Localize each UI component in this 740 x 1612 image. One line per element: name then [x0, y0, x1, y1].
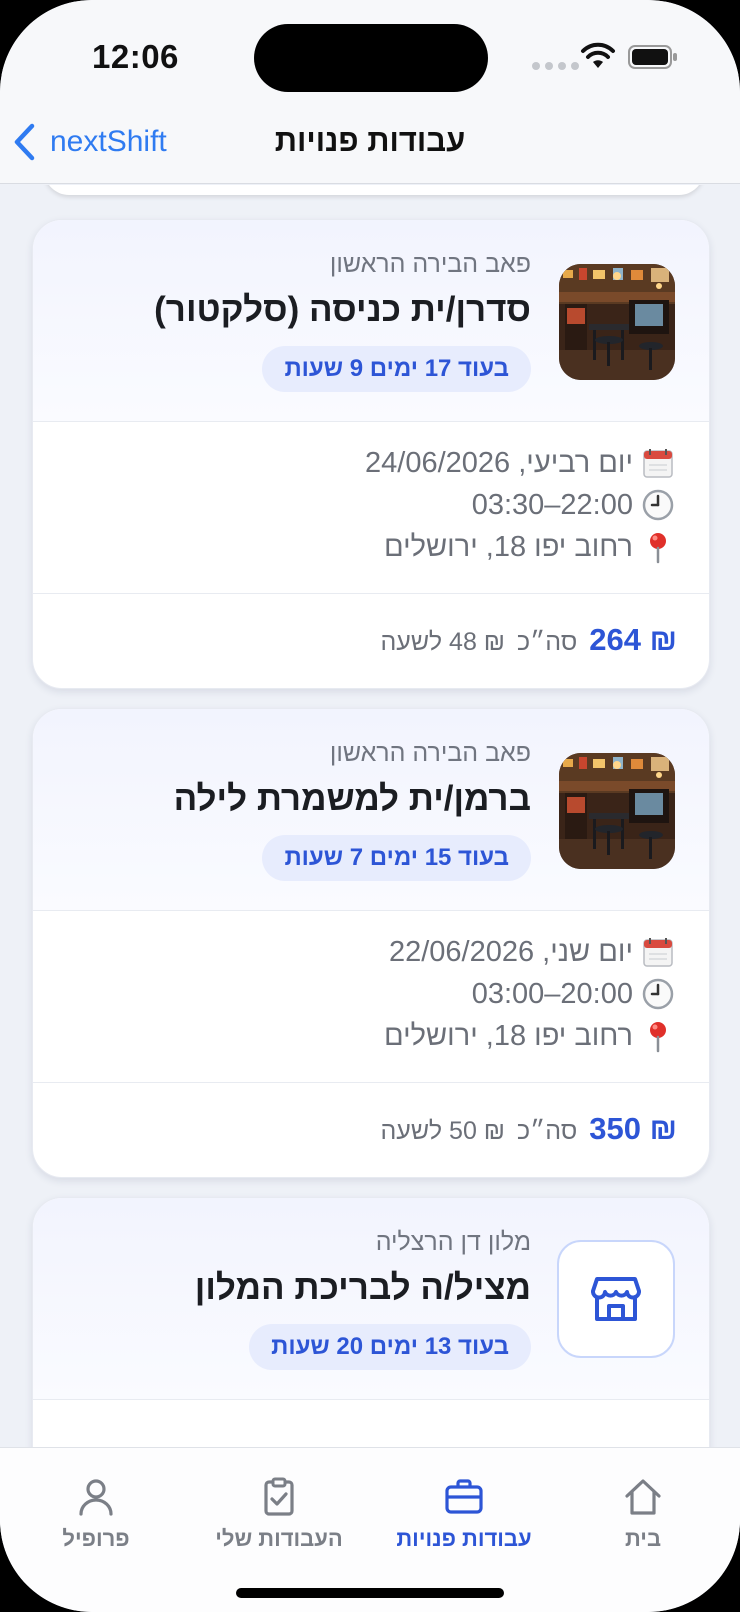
pay-summary: ₪ 264 סה״כ ₪ 48 לשעה	[366, 622, 677, 658]
page-title: עבודות פנויות	[274, 123, 466, 158]
employer-name: פאב הבירה הראשון	[329, 250, 531, 278]
home-icon	[625, 1479, 661, 1515]
countdown-badge: בעוד 13 ימים 20 שעות	[249, 1324, 531, 1370]
cellular-signal-icon	[532, 62, 579, 70]
tab-label: פרופיל	[62, 1526, 130, 1551]
wifi-icon	[581, 42, 615, 68]
job-hours-row: 20:00–03:00	[472, 977, 675, 1011]
tab-home[interactable]: בית	[584, 1476, 702, 1552]
phone-screen: 12:06 nextShift עבודות פנויות פאב הבירה …	[0, 0, 740, 1612]
person-icon	[79, 1479, 113, 1516]
calendar-icon	[641, 935, 675, 969]
hourly-rate: ₪ 50 לשעה	[380, 1117, 506, 1145]
tab-label: בית	[624, 1526, 662, 1551]
location-pin-icon	[641, 530, 675, 564]
store-icon	[557, 1240, 675, 1358]
clock-icon	[641, 977, 675, 1011]
job-address: רחוב יפו 18, ירושלים	[384, 530, 633, 563]
countdown-badge: בעוד 15 ימים 7 שעות	[262, 835, 531, 881]
job-hours-row: 22:00–03:30	[472, 488, 675, 522]
battery-icon	[628, 45, 677, 69]
location-pin-icon	[641, 1019, 675, 1053]
job-card-header: מלון דן הרצליה מציל/ה לבריכת המלון בעוד …	[33, 1198, 709, 1400]
tab-my-jobs[interactable]: העבודות שלי	[204, 1476, 354, 1552]
job-card[interactable]: מלון דן הרצליה מציל/ה לבריכת המלון בעוד …	[32, 1197, 710, 1447]
tab-available-jobs[interactable]: עבודות פנויות	[384, 1476, 544, 1552]
job-title: סדרן/ית כניסה (סלקטור)	[154, 290, 531, 329]
job-card-header: פאב הבירה הראשון סדרן/ית כניסה (סלקטור) …	[33, 220, 709, 422]
navigation-bar: nextShift עבודות פנויות	[0, 100, 740, 184]
total-label: סה״כ	[517, 1117, 578, 1145]
jobs-list[interactable]: פאב הבירה הראשון סדרן/ית כניסה (סלקטור) …	[0, 185, 740, 1447]
hourly-rate: ₪ 48 לשעה	[380, 628, 506, 656]
job-address: רחוב יפו 18, ירושלים	[384, 1019, 633, 1052]
job-card-partial[interactable]	[44, 185, 704, 195]
tab-label: העבודות שלי	[215, 1526, 343, 1551]
job-date-row: יום רביעי, 24/06/2026	[365, 446, 675, 480]
job-card[interactable]: פאב הבירה הראשון ברמן/ית למשמרת לילה בעו…	[32, 708, 710, 1178]
job-pay: ₪ 264 סה״כ ₪ 48 לשעה	[33, 594, 709, 688]
tab-label: עבודות פנויות	[396, 1526, 532, 1551]
job-hours: 22:00–03:30	[471, 488, 633, 521]
job-date: יום שני, 22/06/2026	[388, 935, 633, 968]
pay-summary: ₪ 350 סה״כ ₪ 50 לשעה	[366, 1111, 677, 1147]
employer-name: פאב הבירה הראשון	[329, 739, 531, 767]
job-details: יום שני, 22/06/2026 20:00–03:00 רחוב יפו…	[33, 911, 709, 1083]
job-card[interactable]: פאב הבירה הראשון סדרן/ית כניסה (סלקטור) …	[32, 219, 710, 689]
job-title: מציל/ה לבריכת המלון	[194, 1268, 531, 1307]
job-hours: 20:00–03:00	[471, 977, 633, 1010]
job-thumbnail	[559, 753, 675, 869]
tab-profile[interactable]: פרופיל	[46, 1476, 146, 1552]
job-thumbnail	[559, 264, 675, 380]
status-bar: 12:06	[0, 0, 740, 100]
job-pay: ₪ 350 סה״כ ₪ 50 לשעה	[33, 1083, 709, 1177]
job-details: יום רביעי, 24/06/2026 22:00–03:30 רחוב י…	[33, 422, 709, 594]
clock-icon	[641, 488, 675, 522]
job-card-header: פאב הבירה הראשון ברמן/ית למשמרת לילה בעו…	[33, 709, 709, 911]
total-pay: ₪ 264	[589, 622, 677, 657]
status-time: 12:06	[92, 38, 179, 75]
job-date-row: יום שני, 22/06/2026	[389, 935, 675, 969]
total-label: סה״כ	[517, 628, 578, 656]
briefcase-icon	[445, 1479, 483, 1514]
calendar-icon	[641, 446, 675, 480]
job-address-row: רחוב יפו 18, ירושלים	[384, 1019, 675, 1053]
job-address-row: רחוב יפו 18, ירושלים	[384, 530, 675, 564]
countdown-badge: בעוד 17 ימים 9 שעות	[262, 346, 531, 392]
employer-name: מלון דן הרצליה	[375, 1228, 531, 1256]
job-title: ברמן/ית למשמרת לילה	[173, 779, 531, 818]
job-date: יום רביעי, 24/06/2026	[365, 446, 633, 479]
clipboard-check-icon	[264, 1477, 294, 1516]
home-indicator[interactable]	[236, 1588, 504, 1598]
dynamic-island	[254, 24, 488, 92]
total-pay: ₪ 350	[589, 1111, 677, 1146]
